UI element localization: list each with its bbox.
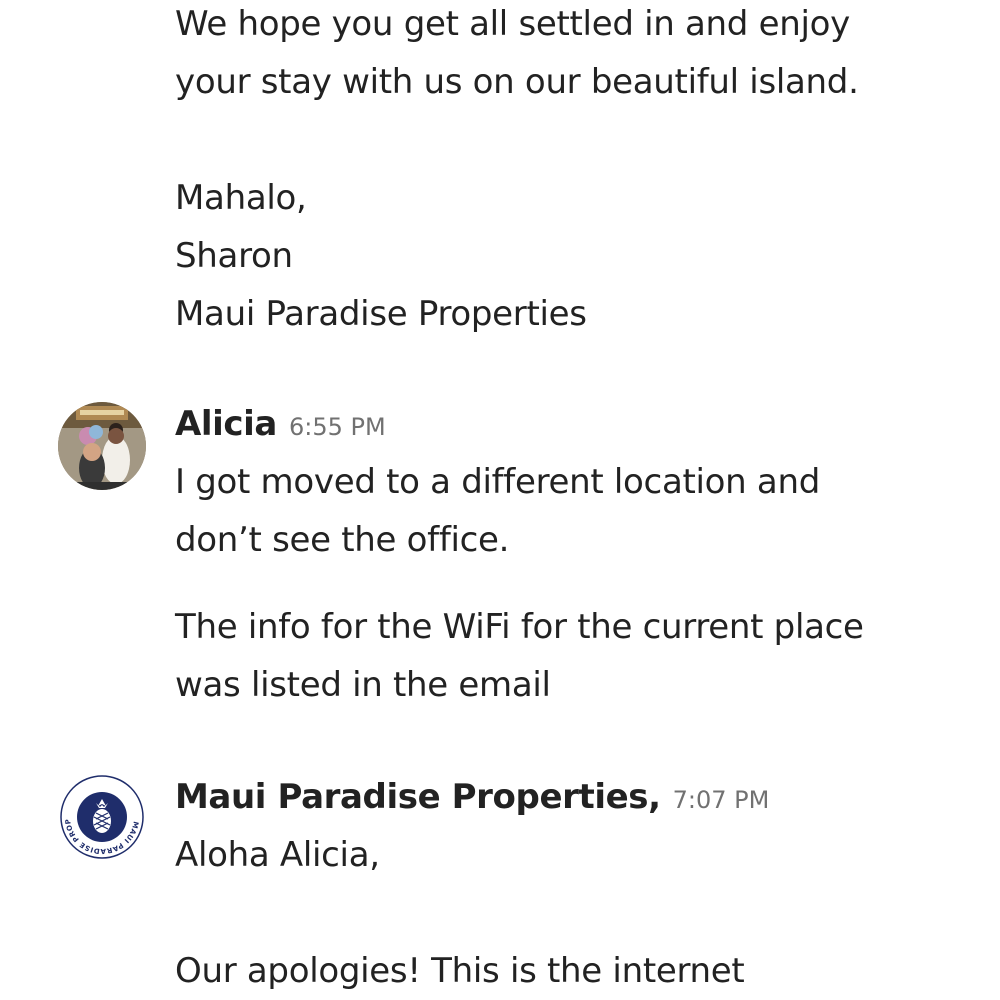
message-text-line: Maui Paradise Properties	[175, 294, 587, 334]
message-thread: We hope you get all settled in and enjoy…	[0, 0, 1000, 1000]
pineapple-logo-icon: MAUI PARADISE PROPERTIES	[58, 773, 145, 860]
message-text-line: was listed in the email	[175, 665, 551, 705]
message-text-line: Aloha Alicia,	[175, 835, 380, 875]
message-text-line: We hope you get all settled in and enjoy	[175, 4, 850, 44]
message-text-line: don’t see the office.	[175, 520, 510, 560]
sender-name[interactable]: Alicia	[175, 404, 277, 444]
message-header: Maui Paradise Properties, 7:07 PM	[175, 777, 769, 817]
message-text-line: The info for the WiFi for the current pl…	[175, 607, 864, 647]
avatar-photo-icon	[58, 402, 146, 490]
message-text-line: Sharon	[175, 236, 293, 276]
user-photo-avatar[interactable]	[58, 402, 146, 490]
message-text-line: Our apologies! This is the internet	[175, 951, 745, 991]
message-text-line: I got moved to a different location and	[175, 462, 820, 502]
sender-name[interactable]: Maui Paradise Properties,	[175, 777, 661, 817]
message-timestamp: 7:07 PM	[672, 786, 770, 814]
pineapple-logo-avatar[interactable]: MAUI PARADISE PROPERTIES	[58, 773, 146, 861]
message-timestamp: 6:55 PM	[288, 413, 386, 441]
message-text-line: your stay with us on our beautiful islan…	[175, 62, 859, 102]
message-header: Alicia 6:55 PM	[175, 404, 386, 444]
message-text-line: Mahalo,	[175, 178, 307, 218]
